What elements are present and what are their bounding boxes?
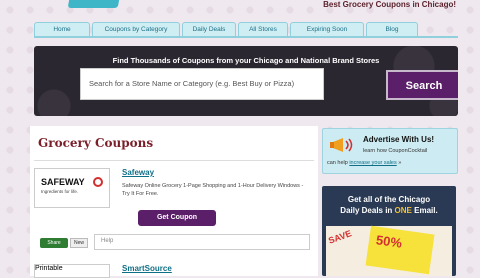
daily-deals-title: Get all of the Chicago Daily Deals in ON… <box>322 194 456 216</box>
nav-tab-expiring-soon[interactable]: Expiring Soon <box>290 22 364 36</box>
nav-underline <box>34 36 458 38</box>
main-nav: Home Coupons by Category Daily Deals All… <box>34 22 458 36</box>
divider <box>34 160 314 161</box>
safeway-s-icon <box>93 177 103 187</box>
megaphone-icon <box>330 138 353 152</box>
search-input[interactable]: Search for a Store Name or Category (e.g… <box>80 68 324 100</box>
nav-tab-home[interactable]: Home <box>34 22 90 36</box>
page-title: Grocery Coupons <box>38 136 154 150</box>
nav-tab-coupons-by-category[interactable]: Coupons by Category <box>92 22 180 36</box>
advertise-title: Advertise With Us! <box>363 135 435 144</box>
coupon-list-panel: Grocery Coupons SAFEWAY Ingredients for … <box>30 126 318 278</box>
deals-title-line1: Get all of the Chicago <box>347 195 431 204</box>
site-tagline: Best Grocery Coupons in Chicago! <box>323 0 456 9</box>
get-coupon-button[interactable]: Get Coupon <box>138 210 216 226</box>
deals-title-one: ONE <box>394 206 412 215</box>
deals-title-text-b: Email. <box>411 206 438 215</box>
store-logo-smartsource[interactable]: Printable <box>34 264 110 278</box>
deals-title-line2: Daily Deals in ONE Email. <box>322 205 456 216</box>
search-hero: Find Thousands of Coupons from your Chic… <box>34 46 458 116</box>
nav-tab-daily-deals[interactable]: Daily Deals <box>182 22 236 36</box>
advertise-text-suffix: » <box>396 160 402 166</box>
advertise-text-prefix: can help <box>327 160 350 166</box>
store-name-link[interactable]: Safeway <box>122 168 154 177</box>
store-logo-text: SAFEWAY <box>41 177 85 187</box>
hero-title: Find Thousands of Coupons from your Chic… <box>112 56 380 65</box>
advertise-subtitle: learn how CouponCocktail <box>363 148 428 154</box>
new-badge: New <box>70 238 88 248</box>
nav-tab-blog[interactable]: Blog <box>366 22 418 36</box>
store-logo-subtext: Ingredients for life. <box>41 189 79 194</box>
advertise-box[interactable]: Advertise With Us! learn how CouponCockt… <box>322 128 458 174</box>
store-logo-safeway[interactable]: SAFEWAY Ingredients for life. <box>34 168 110 208</box>
share-button[interactable]: Share <box>40 238 68 248</box>
store-name-link[interactable]: SmartSource <box>122 264 172 273</box>
daily-deals-signup[interactable]: Get all of the Chicago Daily Deals in ON… <box>322 186 456 276</box>
deals-title-text-a: Daily Deals in <box>340 206 395 215</box>
advertise-subtitle-2: can help increase your sales » <box>327 160 401 166</box>
help-field[interactable]: Help <box>94 234 310 250</box>
store-description: Safeway Online Grocery 1-Page Shopping a… <box>122 183 304 197</box>
site-logo[interactable] <box>67 0 123 8</box>
search-button[interactable]: Search <box>386 70 458 100</box>
increase-sales-link[interactable]: increase your sales <box>349 160 396 166</box>
nav-tab-all-stores[interactable]: All Stores <box>238 22 288 36</box>
